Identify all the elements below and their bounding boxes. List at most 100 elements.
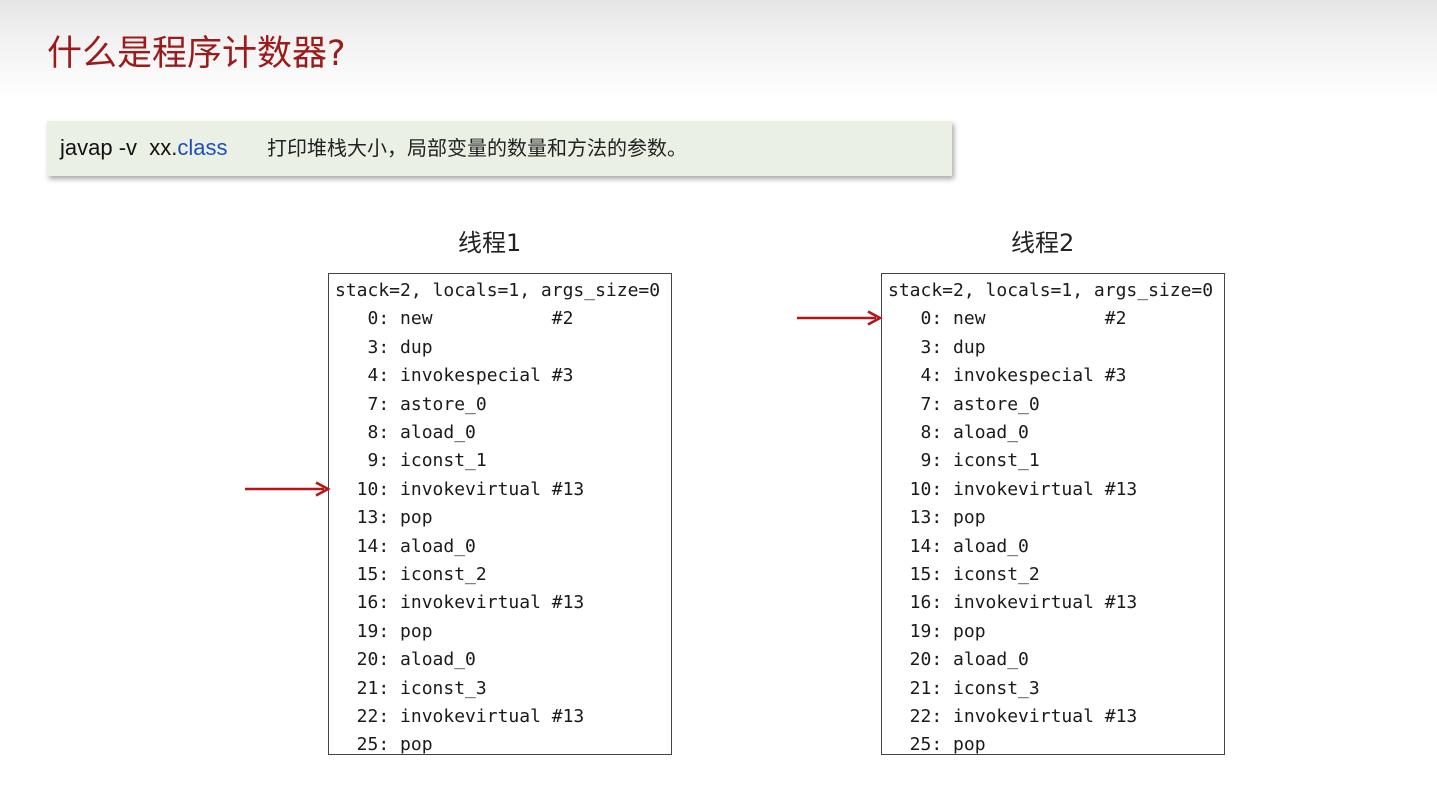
bytecode-line: 25: pop [335, 733, 433, 757]
bytecode-instruction: invokevirtual #13 [953, 592, 1138, 614]
bytecode-line: 20: aload_0 [335, 648, 476, 672]
bytecode-offset: 19 [909, 620, 932, 642]
bytecode-offset: 13 [909, 507, 932, 529]
bytecode-line: 4: invokespecial #3 [888, 364, 1127, 388]
bytecode-instruction: invokevirtual #13 [953, 478, 1138, 500]
bytecode-instruction: iconst_1 [400, 450, 487, 472]
bytecode-offset: 9 [920, 450, 932, 472]
bytecode-offset: 0 [920, 308, 932, 330]
bytecode-line: 10: invokevirtual #13 [335, 478, 585, 502]
bytecode-instruction: pop [400, 507, 433, 529]
bytecode-offset: 10 [909, 478, 932, 500]
bytecode-line: 3: dup [335, 336, 433, 360]
bytecode-offset: 22 [356, 706, 379, 727]
bytecode-offset: 22 [909, 706, 932, 727]
bytecode-instruction: invokespecial #3 [953, 365, 1127, 387]
bytecode-offset: 0 [367, 308, 379, 330]
thread-1-title: 线程1 [458, 229, 522, 257]
bytecode-instruction: pop [400, 734, 433, 756]
command-callout: javap -v xx.class 打印堆栈大小，局部变量的数量和方法的参数。 [47, 121, 952, 176]
bytecode-line: 19: pop [335, 620, 433, 644]
bytecode-line: 21: iconst_3 [335, 677, 487, 701]
bytecode-line: 0: new #2 [888, 307, 1127, 331]
bytecode-offset: 7 [367, 393, 379, 415]
bytecode-instruction: invokevirtual #13 [400, 706, 585, 727]
bytecode-instruction: astore_0 [400, 393, 487, 415]
bytecode-offset: 8 [367, 422, 379, 443]
bytecode-offset: 20 [356, 649, 379, 671]
bytecode-offset: 8 [920, 422, 932, 443]
command-class-ext: class [177, 135, 228, 160]
bytecode-instruction: dup [400, 336, 433, 358]
command-tool: javap -v xx. [60, 135, 178, 160]
bytecode-instruction: astore_0 [953, 393, 1040, 415]
bytecode-line: 0: new #2 [335, 307, 574, 331]
bytecode-line: 15: iconst_2 [335, 563, 487, 587]
bytecode-instruction: pop [953, 620, 986, 642]
bytecode-instruction: dup [953, 336, 986, 358]
bytecode-line: 8: aload_0 [888, 421, 1029, 445]
bytecode-line: 9: iconst_1 [335, 449, 487, 473]
bytecode-offset: 9 [367, 450, 379, 472]
bytecode-line: 22: invokevirtual #13 [335, 705, 585, 729]
bytecode-offset: 16 [909, 592, 932, 614]
thread-1-pc-arrow-icon [245, 481, 331, 497]
bytecode-line: 20: aload_0 [888, 648, 1029, 672]
bytecode-instruction: aload_0 [400, 649, 476, 671]
bytecode-offset: 16 [356, 592, 379, 614]
bytecode-offset: 10 [356, 478, 379, 500]
bytecode-instruction: invokespecial #3 [400, 365, 574, 387]
bytecode-offset: 21 [356, 677, 379, 699]
bytecode-instruction: invokevirtual #13 [953, 706, 1138, 727]
bytecode-line: 16: invokevirtual #13 [888, 591, 1138, 615]
bytecode-instruction: aload_0 [953, 535, 1029, 557]
command-description: 打印堆栈大小，局部变量的数量和方法的参数。 [267, 136, 687, 160]
bytecode-line: 14: aload_0 [335, 535, 476, 559]
bytecode-line: 4: invokespecial #3 [335, 364, 574, 388]
bytecode-line: 8: aload_0 [335, 421, 476, 445]
bytecode-instruction: pop [953, 734, 986, 756]
bytecode-instruction: pop [400, 620, 433, 642]
bytecode-offset: 15 [356, 564, 379, 585]
bytecode-offset: 13 [356, 507, 379, 529]
bytecode-line: 7: astore_0 [888, 393, 1040, 417]
bytecode-line: 10: invokevirtual #13 [888, 478, 1138, 502]
bytecode-instruction: iconst_3 [400, 677, 487, 699]
bytecode-line: 19: pop [888, 620, 986, 644]
bytecode-instruction: iconst_2 [400, 564, 487, 585]
command-code: javap -v xx.class [60, 135, 228, 161]
bytecode-offset: 20 [909, 649, 932, 671]
bytecode-instruction: aload_0 [953, 422, 1029, 443]
bytecode-offset: 25 [909, 734, 932, 756]
bytecode-offset: 15 [909, 564, 932, 585]
bytecode-instruction: iconst_2 [953, 564, 1040, 585]
bytecode-line: 14: aload_0 [888, 535, 1029, 559]
thread-2-bytecode-box: stack=2, locals=1, args_size=0 0: new #2 3… [881, 273, 1225, 755]
bytecode-instruction: pop [953, 507, 986, 529]
bytecode-header: stack=2, locals=1, args_size=0 [888, 280, 1214, 301]
bytecode-offset: 25 [356, 734, 379, 756]
bytecode-offset: 7 [920, 393, 932, 415]
bytecode-offset: 4 [367, 365, 379, 387]
bytecode-offset: 21 [909, 677, 932, 699]
bytecode-instruction: aload_0 [400, 422, 476, 443]
thread-2-pc-arrow-icon [797, 310, 883, 327]
bytecode-line: 15: iconst_2 [888, 563, 1040, 587]
bytecode-line: 13: pop [888, 506, 986, 530]
slide-title: 什么是程序计数器? [47, 34, 346, 74]
bytecode-instruction: new #2 [400, 308, 574, 330]
bytecode-instruction: iconst_3 [953, 677, 1040, 699]
bytecode-line: 25: pop [888, 733, 986, 757]
bytecode-line: 7: astore_0 [335, 393, 487, 417]
thread-1-bytecode-box: stack=2, locals=1, args_size=0 0: new #2 3… [328, 273, 672, 755]
bytecode-offset: 14 [909, 535, 932, 557]
bytecode-instruction: invokevirtual #13 [400, 478, 585, 500]
bytecode-instruction: invokevirtual #13 [400, 592, 585, 614]
bytecode-offset: 3 [920, 336, 932, 358]
bytecode-header: stack=2, locals=1, args_size=0 [335, 280, 661, 301]
bytecode-offset: 14 [356, 535, 379, 557]
bytecode-offset: 19 [356, 620, 379, 642]
bytecode-offset: 4 [920, 365, 932, 387]
bytecode-line: 16: invokevirtual #13 [335, 591, 585, 615]
bytecode-line: 3: dup [888, 336, 986, 360]
